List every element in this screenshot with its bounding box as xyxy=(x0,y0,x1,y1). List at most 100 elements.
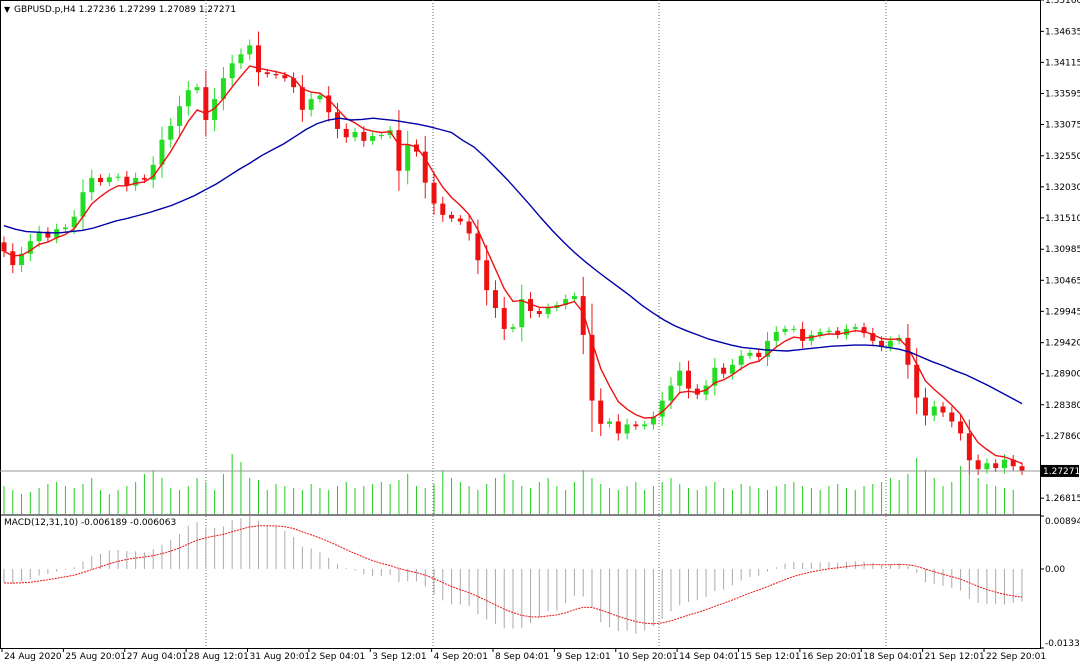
time-tick-label: 24 Aug 2020 xyxy=(4,652,62,662)
candle-body xyxy=(62,227,68,230)
candle-body xyxy=(966,433,972,461)
candle-body xyxy=(721,367,727,374)
candle-body xyxy=(949,412,955,422)
candle-body xyxy=(484,260,490,291)
candle-body xyxy=(782,328,788,332)
price-tick-label: 1.35160 xyxy=(1045,0,1080,6)
time-tick-label: 4 Sep 20:01 xyxy=(434,652,488,662)
macd-tick-label: 0.00 xyxy=(1045,565,1065,575)
candle-body xyxy=(975,460,981,470)
price-tick-label: 1.32550 xyxy=(1045,152,1080,162)
candle-body xyxy=(615,421,621,434)
candle-body xyxy=(168,125,174,140)
candle-body xyxy=(106,177,112,183)
candle-body xyxy=(247,45,253,55)
candle-body xyxy=(826,330,832,332)
candle-body xyxy=(791,328,797,330)
candle-body xyxy=(98,177,104,183)
candle-body xyxy=(334,112,340,129)
candle-body xyxy=(466,221,472,234)
price-tick-label: 1.27860 xyxy=(1045,432,1080,442)
chart-symbol-header: GBPUSD.p,H4 1.27236 1.27299 1.27089 1.27… xyxy=(14,5,236,15)
candle-body xyxy=(659,400,665,417)
candle-body xyxy=(501,308,507,329)
candle-body xyxy=(449,214,455,219)
macd-label: MACD(12,31,10) -0.006189 -0.006063 xyxy=(4,518,176,528)
candle-body xyxy=(668,385,674,401)
candle-body xyxy=(747,352,753,356)
candle-body xyxy=(177,106,183,126)
candle-body xyxy=(686,370,692,389)
candle-body xyxy=(887,340,893,347)
vertical-grid xyxy=(205,0,887,648)
candle-body xyxy=(817,331,823,335)
candle-body xyxy=(492,290,498,309)
candle-body xyxy=(642,424,648,427)
time-tick-label: 8 Sep 04:01 xyxy=(495,652,549,662)
candle-body xyxy=(931,406,937,416)
candle-body xyxy=(343,128,349,138)
candle-body xyxy=(308,99,314,110)
price-tick-label: 1.28380 xyxy=(1045,401,1080,411)
time-tick-label: 16 Sep 20:01 xyxy=(802,652,862,662)
candle-body xyxy=(756,352,762,357)
candle-body xyxy=(475,233,481,261)
candle-body xyxy=(993,463,999,469)
time-axis: 24 Aug 2020 25 Aug 20:01 27 Aug 04:01 28 Au… xyxy=(1,648,1046,662)
candle-body xyxy=(194,87,200,91)
moving-averages xyxy=(0,65,1040,472)
price-tick-label: 1.34635 xyxy=(1045,27,1080,37)
candle-body xyxy=(264,72,270,75)
candle-body xyxy=(440,203,446,215)
candle-body xyxy=(10,251,16,266)
price-tick-label: 1.26815 xyxy=(1045,494,1080,504)
chart-header: ▼ GBPUSD.p,H4 1.27236 1.27299 1.27089 1.… xyxy=(4,5,236,15)
candle-body xyxy=(536,311,542,315)
price-tick-label: 1.32030 xyxy=(1045,183,1080,193)
candle-body xyxy=(607,421,613,424)
price-tick-label: 1.29945 xyxy=(1045,307,1080,317)
price-tick-label: 1.29420 xyxy=(1045,339,1080,349)
candle-body xyxy=(677,370,683,386)
price-candles xyxy=(1,31,1025,476)
candle-body xyxy=(571,296,577,300)
candle-body xyxy=(633,424,639,427)
candle-body xyxy=(1019,466,1025,472)
time-tick-label: 10 Sep 20:01 xyxy=(618,652,678,662)
candle-body xyxy=(141,177,147,180)
price-tick-label: 1.30985 xyxy=(1045,245,1080,255)
candle-body xyxy=(133,177,139,186)
candle-body xyxy=(299,87,305,110)
trading-chart[interactable]: 1.35160 1.34635 1.34115 1.33595 1.33075 1.325… xyxy=(0,0,1080,664)
candle-body xyxy=(124,176,130,186)
time-tick-label: 22 Sep 20:01 xyxy=(986,652,1046,662)
price-tick-label: 1.28900 xyxy=(1045,370,1080,380)
candle-body xyxy=(317,95,323,100)
macd-tick-label: -0.013347 xyxy=(1045,639,1080,649)
candle-body xyxy=(773,331,779,341)
candle-body xyxy=(914,364,920,398)
candle-body xyxy=(738,355,744,365)
candle-body xyxy=(378,134,384,137)
slow-moving-average-line xyxy=(3,117,1023,405)
candle-body xyxy=(396,130,402,171)
candle-body xyxy=(457,218,463,222)
time-tick-label: 27 Aug 04:01 xyxy=(127,652,188,662)
chart-canvas[interactable]: 1.35160 1.34635 1.34115 1.33595 1.33075 1.325… xyxy=(0,0,1080,664)
time-tick-label: 25 Aug 20:01 xyxy=(65,652,126,662)
candle-body xyxy=(1,242,7,252)
candle-body xyxy=(922,397,928,416)
time-tick-label: 2 Sep 04:01 xyxy=(311,652,365,662)
time-tick-label: 14 Sep 04:01 xyxy=(679,652,739,662)
chart-menu-arrow-icon[interactable]: ▼ xyxy=(4,5,11,14)
price-axis: 1.35160 1.34635 1.34115 1.33595 1.33075 1.325… xyxy=(1040,0,1080,649)
candle-body xyxy=(115,176,121,178)
time-tick-label: 21 Sep 12:01 xyxy=(925,652,985,662)
candle-body xyxy=(800,328,806,341)
candle-body xyxy=(1001,459,1007,469)
candle-body xyxy=(352,131,358,138)
candle-body xyxy=(431,182,437,204)
candle-body xyxy=(598,400,604,424)
candle-body xyxy=(519,299,525,328)
current-price-tag-label: 1.27271 xyxy=(1043,467,1080,477)
